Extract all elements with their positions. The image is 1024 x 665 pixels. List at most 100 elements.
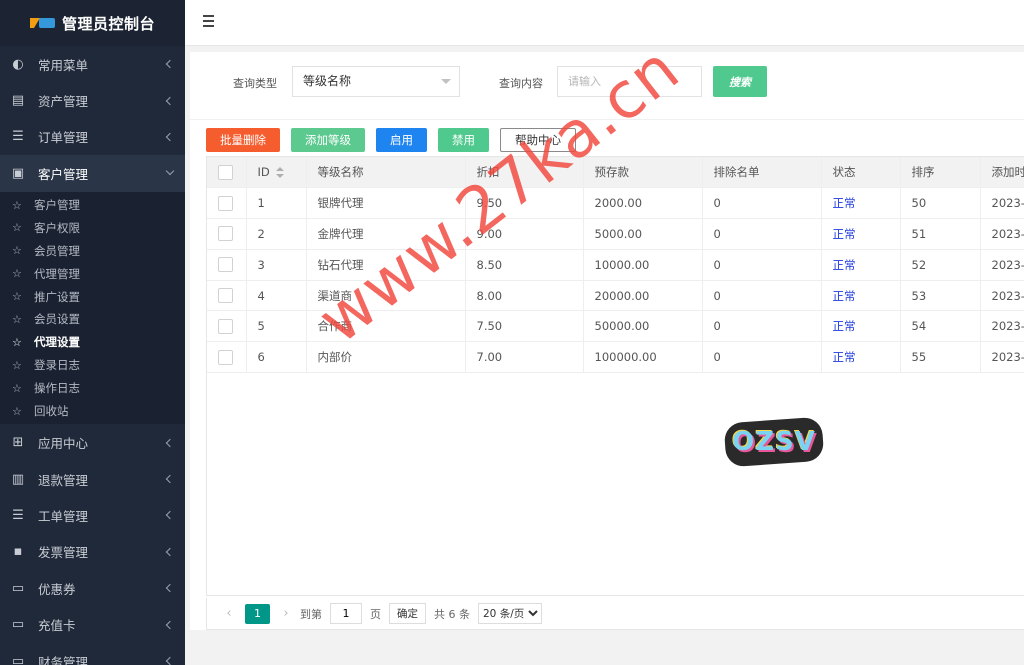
sidebar-item-tickets[interactable]: ☰ 工单管理	[0, 497, 185, 533]
column-header-id[interactable]: ID	[246, 157, 307, 189]
search-button[interactable]: 搜索	[713, 66, 767, 97]
row-checkbox[interactable]	[218, 226, 233, 242]
submenu-item-customers[interactable]: ☆ 客户管理	[0, 194, 185, 217]
cell-exclude: 0	[702, 218, 822, 250]
cell-discount: 8.50	[465, 249, 584, 281]
column-header-deposit: 预存款	[583, 157, 703, 189]
submenu-item-member-settings[interactable]: ☆ 会员设置	[0, 308, 185, 331]
page-unit-label: 页	[370, 607, 381, 621]
table-row[interactable]: 4 渠道商 8.00 20000.00 0 正常 53 2023-	[207, 280, 1024, 312]
star-icon: ☆	[12, 335, 22, 349]
sidebar-item-label: 充值卡	[38, 618, 76, 634]
table-row[interactable]: 3 钻石代理 8.50 10000.00 0 正常 52 2023-	[207, 249, 1024, 281]
sidebar-item-label: 资产管理	[38, 94, 89, 110]
cell-discount: 8.00	[465, 280, 584, 312]
sidebar-item-refunds[interactable]: ▥ 退款管理	[0, 461, 185, 497]
submenu-item-label: 操作日志	[34, 381, 80, 396]
row-checkbox[interactable]	[218, 257, 233, 273]
star-icon: ☆	[12, 267, 22, 281]
list-icon: ☰	[12, 507, 24, 523]
cell-status[interactable]: 正常	[821, 249, 901, 281]
cell-exclude: 0	[702, 341, 822, 374]
goto-page-input[interactable]	[330, 603, 362, 624]
submenu-item-permissions[interactable]: ☆ 客户权限	[0, 216, 185, 239]
cell-sort: 52	[900, 249, 981, 281]
page-size-select[interactable]: 20 条/页	[478, 603, 542, 624]
row-select-cell	[207, 187, 247, 220]
prev-page-icon[interactable]: ‹	[219, 606, 239, 621]
query-content-input[interactable]	[557, 66, 702, 97]
star-icon: ☆	[12, 404, 22, 418]
row-checkbox[interactable]	[218, 349, 233, 365]
query-type-select[interactable]: 等级名称	[292, 66, 460, 97]
table-row[interactable]: 6 内部价 7.00 100000.00 0 正常 55 2023-	[207, 341, 1024, 374]
submenu-item-operation-log[interactable]: ☆ 操作日志	[0, 377, 185, 400]
chevron-left-icon	[165, 474, 175, 484]
sidebar-item-label: 财务管理	[38, 654, 89, 665]
help-center-button[interactable]: 帮助中心	[500, 128, 576, 152]
sort-icon[interactable]	[275, 167, 284, 179]
cell-status[interactable]: 正常	[821, 310, 901, 343]
cell-exclude: 0	[702, 249, 822, 281]
sidebar-item-recharge-cards[interactable]: ▭ 充值卡	[0, 606, 185, 642]
submenu-item-promotion[interactable]: ☆ 推广设置	[0, 285, 185, 308]
add-level-button[interactable]: 添加等级	[291, 128, 365, 152]
column-header-name: 等级名称	[306, 157, 466, 189]
column-header-label: ID	[257, 165, 270, 180]
select-all-checkbox[interactable]	[218, 164, 233, 180]
menu-toggle-icon[interactable]	[203, 15, 214, 27]
table-row[interactable]: 2 金牌代理 9.00 5000.00 0 正常 51 2023-	[207, 218, 1024, 250]
row-checkbox[interactable]	[218, 318, 233, 334]
row-checkbox[interactable]	[218, 195, 233, 211]
row-checkbox[interactable]	[218, 288, 233, 304]
cell-discount: 7.50	[465, 310, 584, 343]
sidebar-item-common-menu[interactable]: ◐ 常用菜单	[0, 46, 185, 82]
submenu-item-login-log[interactable]: ☆ 登录日志	[0, 354, 185, 377]
chevron-left-icon	[165, 547, 175, 557]
row-select-cell	[207, 341, 247, 374]
main-panel: 查询类型 等级名称 查询内容 搜索 批量删除 添加等级 启用 禁用 帮助中心 I…	[190, 52, 1024, 630]
disable-button[interactable]: 禁用	[438, 128, 489, 152]
brand-logo	[29, 16, 56, 30]
column-header-sort: 排序	[900, 157, 981, 189]
sidebar-item-app-center[interactable]: ⊞ 应用中心	[0, 424, 185, 460]
table-row[interactable]: 1 银牌代理 9.50 2000.00 0 正常 50 2023-	[207, 187, 1024, 220]
sidebar-item-coupons[interactable]: ▭ 优惠券	[0, 570, 185, 606]
brand: 管理员控制台	[0, 0, 185, 46]
column-header-discount: 折扣	[465, 157, 584, 189]
bottom-strip	[185, 645, 1024, 665]
cell-status[interactable]: 正常	[821, 218, 901, 250]
cell-status[interactable]: 正常	[821, 187, 901, 220]
sidebar-item-orders[interactable]: ☰ 订单管理	[0, 119, 185, 155]
chevron-left-icon	[165, 656, 175, 665]
cell-sort: 53	[900, 280, 981, 312]
query-type-value: 等级名称	[303, 74, 352, 88]
enable-button[interactable]: 启用	[376, 128, 427, 152]
batch-delete-button[interactable]: 批量删除	[206, 128, 280, 152]
current-page-button[interactable]: 1	[245, 603, 270, 624]
cell-added: 2023-	[980, 341, 1024, 374]
chevron-left-icon	[165, 511, 175, 520]
goto-confirm-button[interactable]: 确定	[389, 603, 426, 624]
submenu-item-agents[interactable]: ☆ 代理管理	[0, 262, 185, 285]
submenu-item-members[interactable]: ☆ 会员管理	[0, 239, 185, 262]
submenu-item-recycle-bin[interactable]: ☆ 回收站	[0, 400, 185, 423]
submenu-item-label: 客户管理	[34, 198, 80, 212]
sidebar-item-invoices[interactable]: ▪ 发票管理	[0, 534, 185, 570]
cell-status[interactable]: 正常	[821, 280, 901, 312]
cell-status[interactable]: 正常	[821, 341, 901, 374]
submenu-item-agent-settings[interactable]: ☆ 代理设置	[0, 331, 185, 354]
sidebar-item-customers[interactable]: ▣ 客户管理	[0, 155, 185, 192]
cell-deposit: 100000.00	[583, 341, 703, 374]
next-page-icon[interactable]: ›	[276, 606, 296, 621]
money-icon: ▥	[11, 471, 25, 487]
cell-added: 2023-	[980, 218, 1024, 250]
chevron-left-icon	[165, 438, 175, 447]
sidebar-item-finance[interactable]: ▭ 财务管理	[0, 643, 185, 665]
table-row[interactable]: 5 合作商 7.50 50000.00 0 正常 54 2023-	[207, 310, 1024, 343]
cell-name: 合作商	[306, 310, 466, 343]
sidebar-item-assets[interactable]: ▤ 资产管理	[0, 82, 185, 118]
query-content-label: 查询内容	[499, 77, 543, 90]
query-type-label: 查询类型	[233, 77, 277, 90]
submenu-item-label: 会员管理	[34, 243, 80, 258]
